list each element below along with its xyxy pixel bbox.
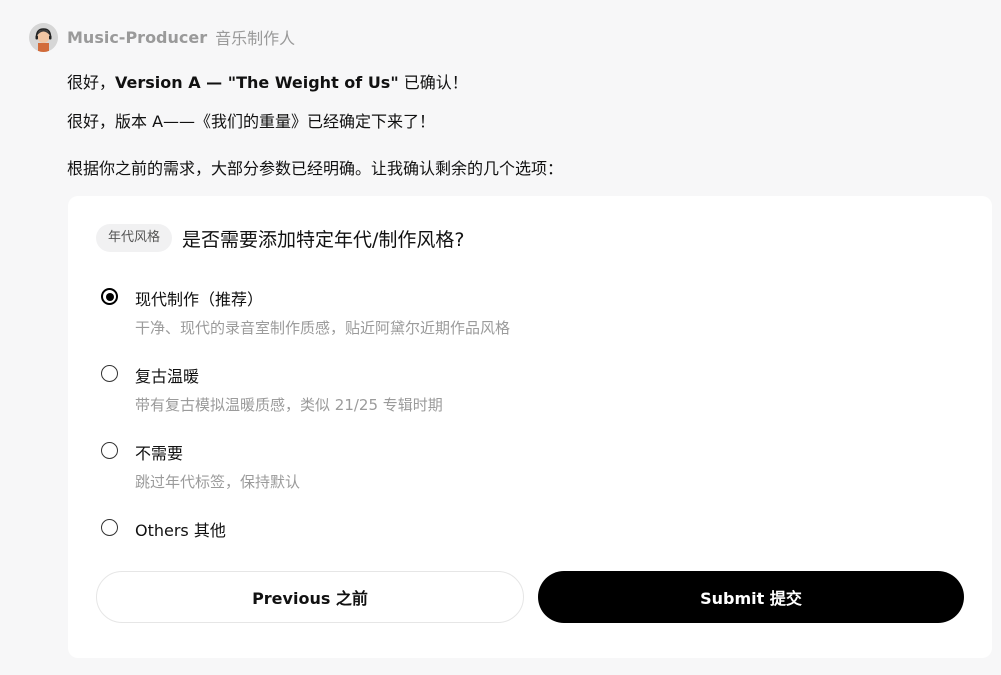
previous-button[interactable]: Previous 之前: [96, 571, 524, 623]
option-description: 带有复古模拟温暖质感，类似 21/25 专辑时期: [135, 396, 443, 414]
radio-unselected-icon[interactable]: [101, 442, 118, 459]
message-version-title: Version A — "The Weight of Us": [115, 73, 399, 92]
message-line-confirmed: 很好，Version A — "The Weight of Us" 已确认！: [67, 69, 468, 93]
submit-button[interactable]: Submit 提交: [538, 571, 964, 623]
option-label: 复古温暖: [135, 367, 200, 386]
radio-unselected-icon[interactable]: [101, 365, 118, 382]
option-description: 干净、现代的录音室制作质感，贴近阿黛尔近期作品风格: [135, 319, 511, 337]
radio-selected-icon[interactable]: [101, 288, 118, 305]
producer-avatar-icon: [29, 22, 58, 52]
message-prefix: 很好，: [67, 73, 116, 92]
question-text: 是否需要添加特定年代/制作风格?: [182, 228, 465, 251]
message-suffix: 已确认！: [398, 73, 468, 92]
message-line-instructions: 根据你之前的需求，大部分参数已经明确。让我确认剩余的几个选项：: [67, 159, 564, 178]
option-label: Others 其他: [135, 521, 226, 540]
question-header: 年代风格 是否需要添加特定年代/制作风格?: [96, 224, 465, 252]
sender-name: Music-Producer: [67, 27, 208, 47]
sender-role: 音乐制作人: [215, 29, 296, 48]
option-label: 现代制作（推荐）: [135, 290, 264, 309]
option-description: 跳过年代标签，保持默认: [135, 473, 301, 491]
message-header: Music-Producer 音乐制作人: [29, 21, 295, 53]
avatar[interactable]: [29, 22, 58, 52]
question-card: 年代风格 是否需要添加特定年代/制作风格? 现代制作（推荐） 干净、现代的录音室…: [68, 196, 992, 658]
option-label: 不需要: [135, 444, 184, 463]
message-line-version: 很好，版本 A——《我们的重量》已经确定下来了！: [67, 112, 436, 131]
question-tag: 年代风格: [96, 224, 173, 252]
radio-unselected-icon[interactable]: [101, 519, 118, 536]
